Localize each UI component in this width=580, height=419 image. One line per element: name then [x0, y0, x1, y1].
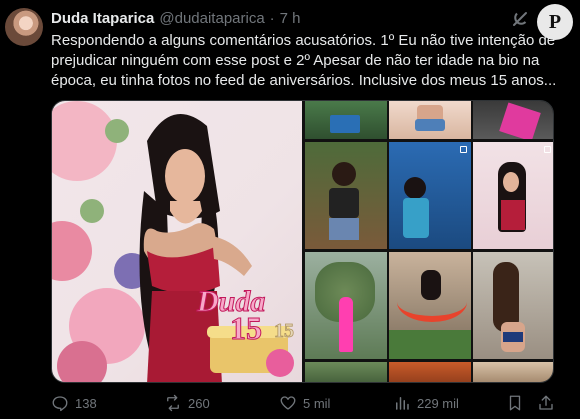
grok-icon[interactable]	[510, 9, 530, 29]
grid-photo-6[interactable]	[473, 142, 553, 249]
separator: ·	[269, 10, 275, 27]
multi-photo-icon	[460, 146, 467, 153]
reply-button[interactable]: 138	[51, 394, 97, 412]
grid-photo-7[interactable]	[305, 252, 387, 359]
grid-photo-10[interactable]	[305, 362, 387, 382]
grid-photo-1[interactable]	[305, 101, 387, 139]
media-gallery[interactable]: Duda 15 15	[51, 100, 554, 383]
repost-count: 260	[188, 395, 210, 411]
grid-photo-5[interactable]	[389, 142, 471, 249]
grid-photo-3[interactable]	[473, 101, 553, 139]
views-count: 229 mil	[417, 395, 459, 411]
tweet-header: Duda Itaparica @dudaitaparica · 7 h	[51, 10, 301, 27]
timestamp[interactable]: 7 h	[280, 10, 301, 27]
author-name[interactable]: Duda Itaparica	[51, 10, 154, 27]
bookmark-icon	[509, 395, 521, 411]
repost-button[interactable]: 260	[164, 394, 210, 412]
grid-photo-8[interactable]	[389, 252, 471, 359]
views-button[interactable]: 229 mil	[393, 394, 459, 412]
multi-photo-icon	[544, 146, 551, 153]
grid-photo-4[interactable]	[305, 142, 387, 249]
photo-number: 15	[230, 310, 262, 346]
like-button[interactable]: 5 mil	[279, 394, 330, 412]
share-button[interactable]	[537, 394, 555, 412]
birthday-photo-illustration: Duda 15 15	[52, 101, 294, 382]
author-handle[interactable]: @dudaitaparica	[159, 10, 264, 27]
photo-grid	[305, 101, 553, 382]
main-photo[interactable]: Duda 15 15	[52, 101, 302, 382]
tweet-text: Respondendo a alguns comentários acusató…	[51, 32, 557, 89]
reply-icon	[52, 396, 68, 412]
views-icon	[396, 397, 409, 410]
like-count: 5 mil	[303, 395, 331, 411]
photo-number-small: 15	[274, 320, 294, 342]
grid-photo-2[interactable]	[389, 101, 471, 139]
avatar[interactable]	[5, 8, 43, 46]
repost-icon	[167, 394, 179, 412]
grid-photo-9[interactable]	[473, 252, 553, 359]
reply-count: 138	[75, 395, 97, 411]
heart-icon	[280, 396, 296, 410]
grid-photo-12[interactable]	[473, 362, 553, 382]
grid-photo-11[interactable]	[389, 362, 471, 382]
action-bar: 138 260 5 mil 229 mil	[51, 394, 561, 418]
bookmark-button[interactable]	[506, 394, 524, 412]
share-icon	[539, 395, 553, 410]
